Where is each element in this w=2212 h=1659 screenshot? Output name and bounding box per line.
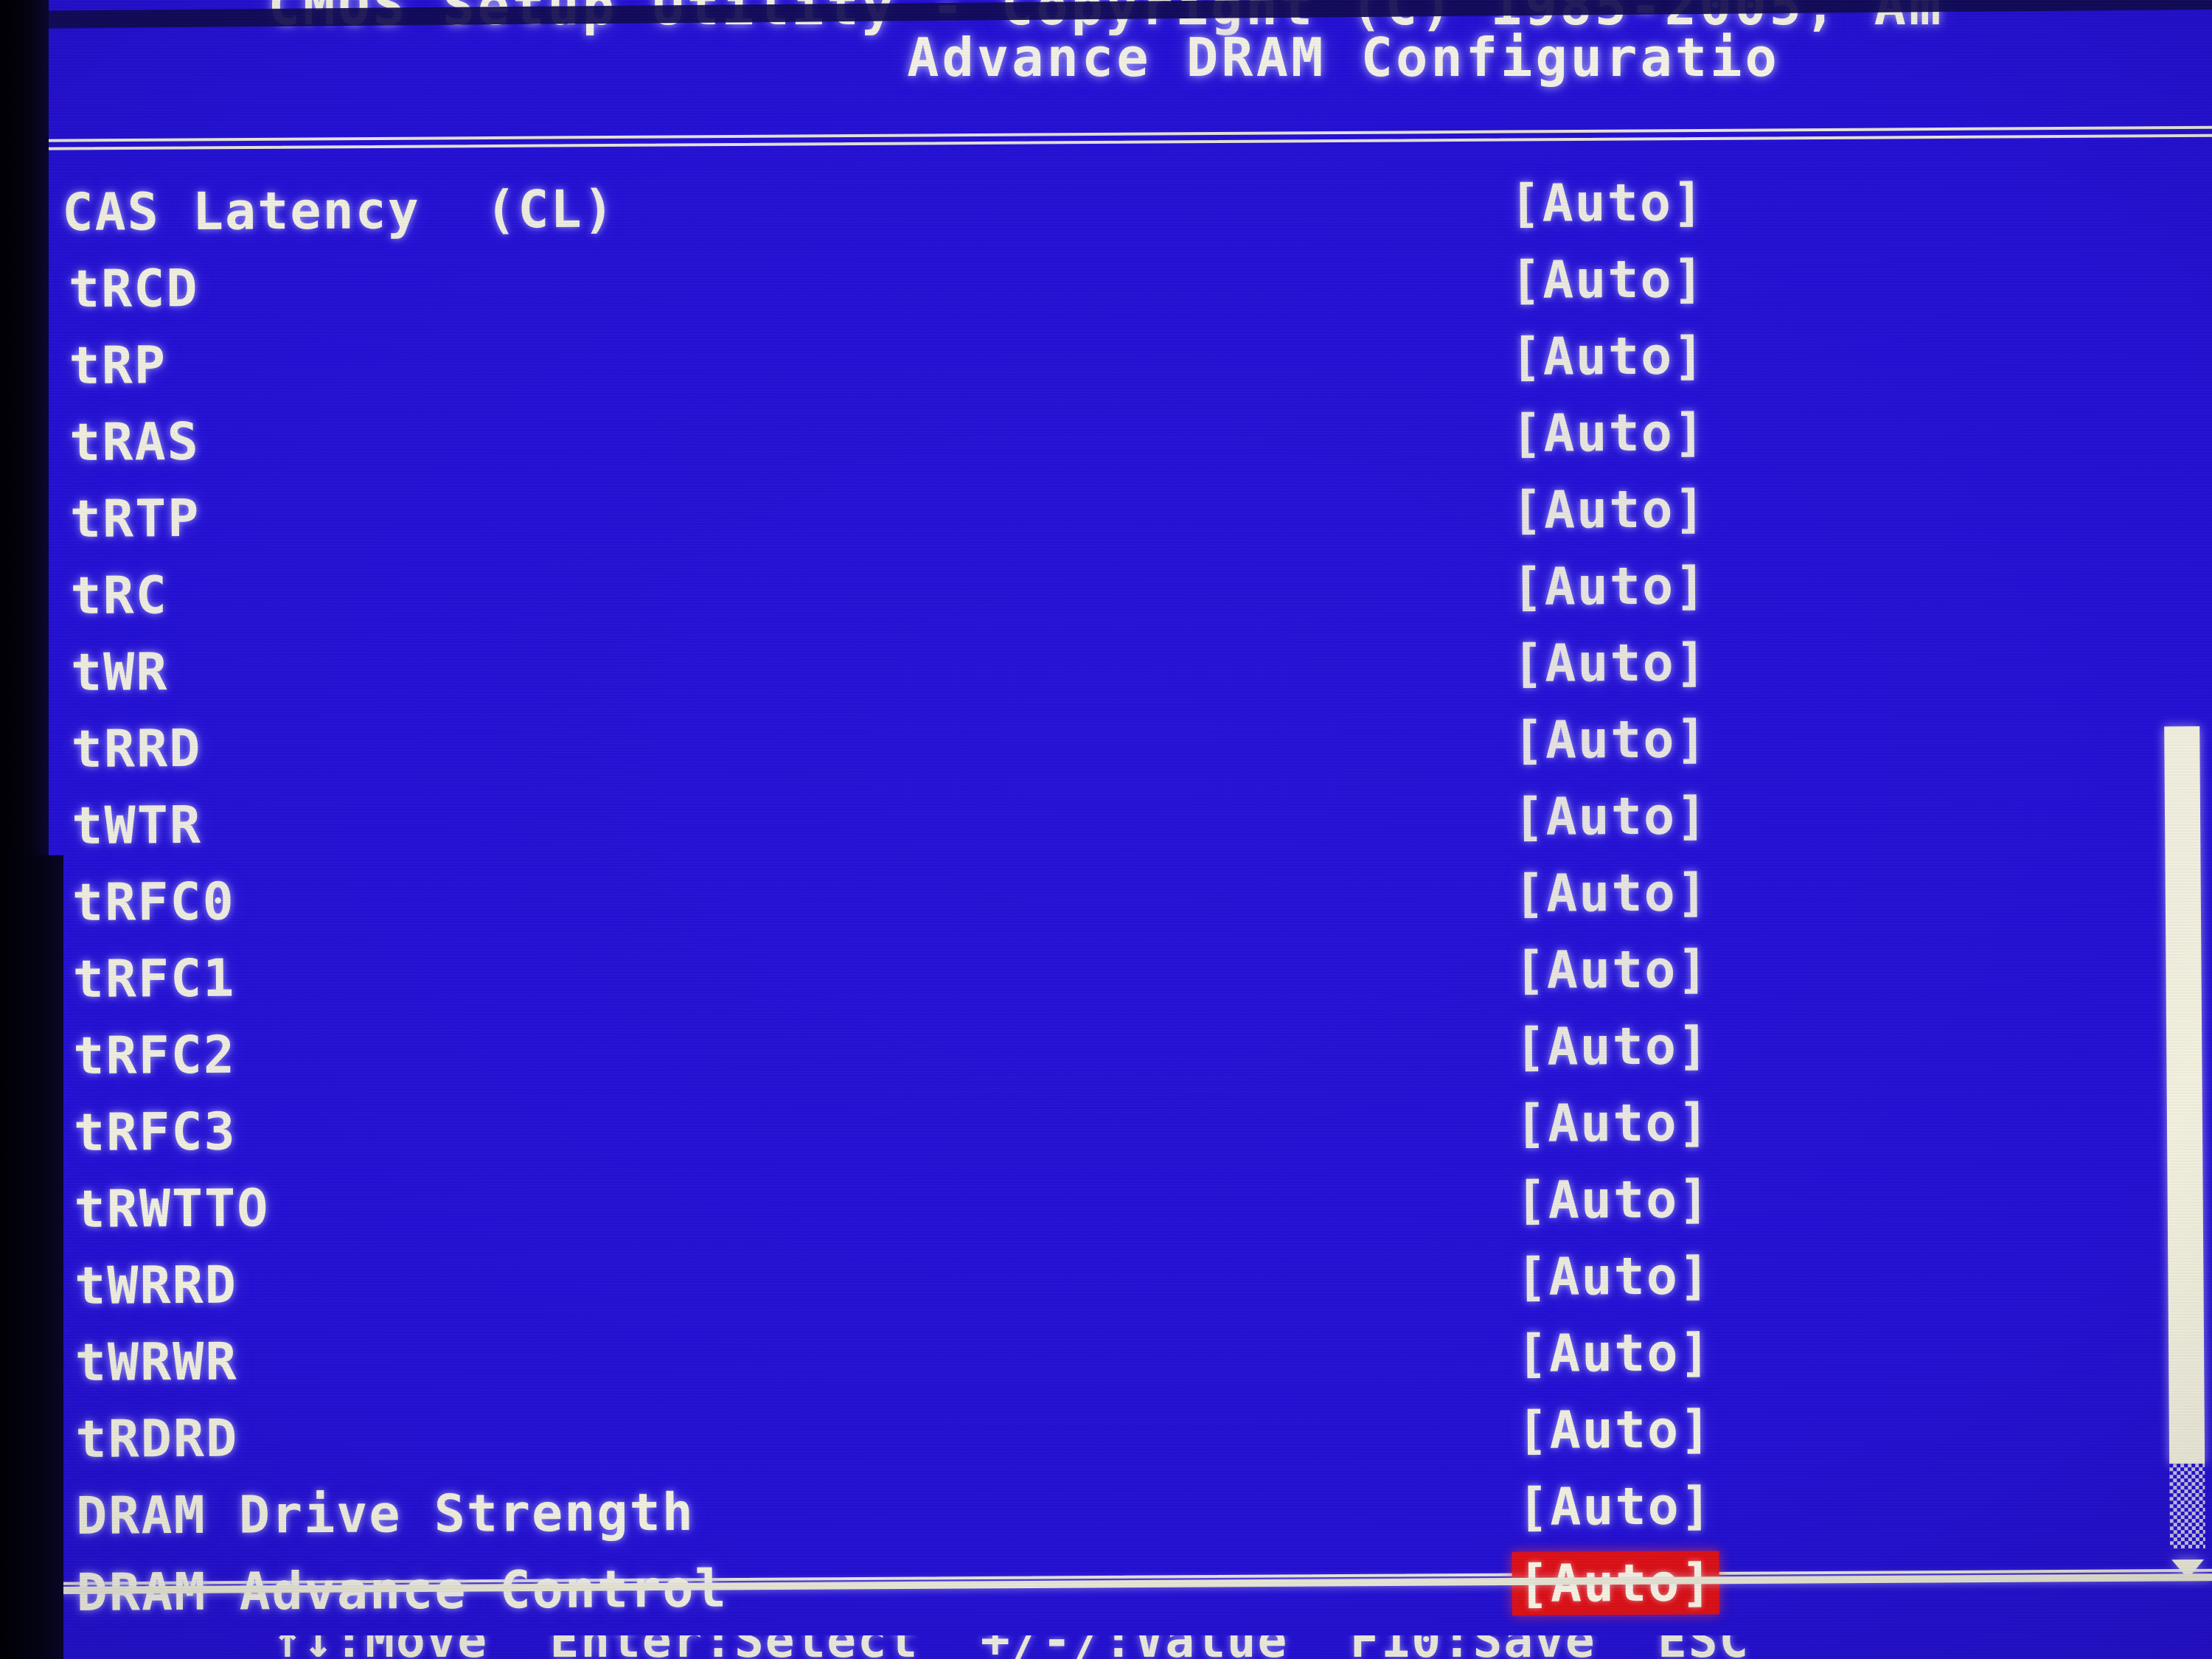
setting-value[interactable]: [Auto]	[1514, 862, 1709, 924]
setting-row[interactable]: tWR [Auto]	[71, 622, 2121, 711]
setting-label: tRWTTO	[74, 1178, 270, 1239]
page-subtitle: Advance DRAM Configuratio	[907, 27, 1780, 88]
setting-row[interactable]: tRC [Auto]	[70, 545, 2121, 634]
scrollbar-track[interactable]	[2169, 1463, 2205, 1549]
setting-row[interactable]: tRTP [Auto]	[70, 468, 2121, 557]
setting-value[interactable]: [Auto]	[1516, 1245, 1711, 1307]
settings-list: CAS Latency (CL) [Auto] tRCD [Auto] tRP [Auto…	[62, 161, 2126, 1631]
setting-value[interactable]: [Auto]	[1517, 1475, 1713, 1537]
setting-value[interactable]: [Auto]	[1517, 1399, 1712, 1461]
setting-value[interactable]: [Auto]	[1512, 632, 1708, 694]
setting-label: tWR	[70, 641, 169, 703]
setting-label: tRFC0	[72, 871, 236, 933]
setting-value[interactable]: [Auto]	[1515, 1092, 1711, 1154]
setting-label: tRP	[69, 335, 167, 396]
setting-label: tWRWR	[74, 1331, 238, 1393]
setting-label: tRTP	[69, 487, 201, 549]
setting-label: DRAM Drive Strength	[75, 1481, 695, 1546]
setting-row[interactable]: tWRRD [Auto]	[74, 1235, 2125, 1324]
setting-value[interactable]: [Auto]	[1513, 785, 1708, 847]
setting-value[interactable]: [Auto]	[1512, 709, 1708, 771]
setting-value[interactable]: [Auto]	[1512, 479, 1707, 540]
setting-value[interactable]: [Auto]	[1509, 172, 1705, 234]
setting-row[interactable]: DRAM Drive Strength [Auto]	[76, 1465, 2126, 1554]
setting-row[interactable]: tRFC0 [Auto]	[72, 852, 2123, 941]
setting-label: tRCD	[68, 257, 199, 319]
setting-value[interactable]: [Auto]	[1517, 1322, 1712, 1384]
setting-label: tRFC3	[73, 1101, 237, 1163]
setting-row[interactable]: tWRWR [Auto]	[75, 1312, 2126, 1401]
setting-value[interactable]: [Auto]	[1512, 555, 1707, 617]
setting-row[interactable]: tRP [Auto]	[69, 315, 2119, 404]
setting-label: tRC	[70, 565, 169, 626]
setting-row[interactable]: tRDRD [Auto]	[75, 1388, 2126, 1478]
setting-label: tRRD	[71, 717, 202, 779]
setting-label: tWTR	[72, 794, 203, 856]
setting-row[interactable]: tRFC3 [Auto]	[74, 1082, 2124, 1171]
setting-row[interactable]: tRAS [Auto]	[69, 392, 2120, 481]
setting-label: tRFC2	[73, 1024, 237, 1086]
setting-value[interactable]: [Auto]	[1514, 939, 1709, 1001]
setting-label: tRAS	[69, 411, 201, 473]
setting-row[interactable]: tRCD [Auto]	[69, 238, 2119, 327]
setting-value[interactable]: [Auto]	[1514, 1015, 1710, 1077]
setting-row[interactable]: tRRD [Auto]	[71, 698, 2121, 787]
setting-label: tRFC1	[72, 947, 236, 1009]
scrollbar-thumb[interactable]	[2164, 726, 2205, 1464]
setting-row[interactable]: tWTR [Auto]	[72, 775, 2122, 864]
footer-hint-text: ↑↓:Move Enter:Select +/-/:Value F10:Save…	[273, 1635, 1750, 1659]
bios-screen: CMOS Setup Utility - Copyright (C) 1985-…	[0, 0, 2212, 1659]
setting-label: CAS Latency (CL)	[62, 178, 616, 243]
setting-value[interactable]: [Auto]	[1511, 402, 1706, 464]
setting-label: tWRRD	[74, 1254, 238, 1316]
setting-row[interactable]: CAS Latency (CL) [Auto]	[62, 161, 2118, 251]
setting-value[interactable]: [Auto]	[1515, 1169, 1711, 1231]
setting-row[interactable]: tRWTTO [Auto]	[74, 1158, 2124, 1248]
setting-label: tRDRD	[75, 1408, 239, 1470]
setting-row[interactable]: tRFC2 [Auto]	[73, 1005, 2124, 1094]
setting-value[interactable]: [Auto]	[1510, 248, 1705, 310]
footer-hint-bar: ↑↓:Move Enter:Select +/-/:Value F10:Save…	[0, 1635, 2212, 1659]
setting-value[interactable]: [Auto]	[1510, 325, 1705, 387]
setting-row[interactable]: tRFC1 [Auto]	[72, 928, 2123, 1018]
monitor-bezel-left-lower	[0, 855, 63, 1659]
